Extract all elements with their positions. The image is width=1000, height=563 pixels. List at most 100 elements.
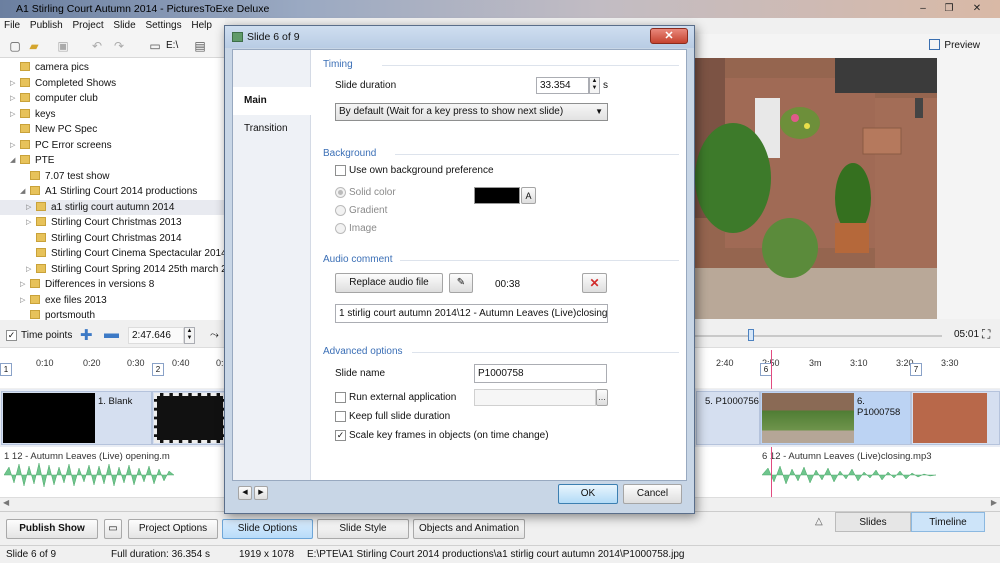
dialog-titlebar[interactable]: Slide 6 of 9 ✕ [225, 26, 694, 48]
position-slider-thumb[interactable] [748, 329, 754, 341]
slide-marker[interactable]: 2 [152, 363, 164, 376]
tree-item[interactable]: camera pics [20, 60, 89, 75]
gradient-radio[interactable] [335, 205, 346, 216]
slide-marker[interactable]: 1 [0, 363, 12, 376]
expand-arrow-icon[interactable]: ▷ [10, 138, 18, 153]
expand-arrow-icon[interactable]: ▷ [26, 200, 34, 215]
maximize-button[interactable]: ❐ [938, 2, 960, 15]
slide-marker[interactable]: 7 [910, 363, 922, 376]
image-radio[interactable] [335, 223, 346, 234]
tree-item[interactable]: ▷ a1 stirlig court autumn 2014 [0, 199, 225, 215]
expand-arrow-icon[interactable]: ◢ [20, 184, 28, 199]
cancel-button[interactable]: Cancel [623, 484, 682, 504]
audio-file-field[interactable]: 1 stirlig court autumn 2014\12 - Autumn … [335, 304, 608, 323]
slide-item-2[interactable] [152, 391, 227, 445]
time-value-spinner[interactable]: ▲ ▼ [184, 327, 195, 344]
browse-icon[interactable]: … [596, 389, 608, 406]
tree-item[interactable]: ▷ Stirling Court Spring 2014 25th march 2… [26, 262, 225, 277]
ok-button[interactable]: OK [558, 484, 618, 504]
position-slider-track[interactable] [695, 335, 942, 337]
tree-item[interactable]: ▷ PC Error screens [10, 138, 112, 153]
tab-timeline[interactable]: Timeline [911, 512, 985, 532]
tree-item[interactable]: ▷ Differences in versions 8 [20, 277, 154, 292]
slide-duration-input[interactable]: 33.354 [536, 77, 589, 94]
slide-style-button[interactable]: Slide Style [317, 519, 409, 539]
solid-color-radio[interactable] [335, 187, 346, 198]
slide-options-button[interactable]: Slide Options [222, 519, 313, 539]
expand-arrow-icon[interactable]: ▷ [10, 76, 18, 91]
own-background-checkbox[interactable] [335, 165, 346, 176]
tree-item[interactable]: ▷ exe files 2013 [20, 293, 107, 308]
playhead[interactable] [771, 350, 772, 389]
save-icon[interactable]: ▣ [56, 39, 70, 53]
tree-item[interactable]: ▷ keys [10, 107, 56, 122]
curve-icon[interactable]: ⤳ [210, 329, 219, 342]
drive-icon[interactable]: ▭ [148, 39, 162, 53]
dialog-close-button[interactable]: ✕ [650, 28, 688, 44]
redo-icon[interactable]: ↷ [112, 39, 126, 53]
tree-item[interactable]: 7.07 test show [30, 169, 109, 184]
next-slide-icon[interactable]: ▶ [254, 486, 268, 500]
menu-publish[interactable]: Publish [30, 20, 63, 31]
minimize-button[interactable]: – [912, 2, 934, 15]
view-mode-icon[interactable]: ▤ [193, 39, 207, 53]
scroll-right-icon[interactable]: ▶ [991, 498, 997, 507]
scale-keyframes-checkbox[interactable]: ✓ [335, 430, 346, 441]
background-color-swatch[interactable] [474, 187, 520, 204]
publish-show-button[interactable]: Publish Show [6, 519, 98, 539]
menu-settings[interactable]: Settings [145, 20, 181, 31]
slide-item-5[interactable]: 5. P1000756 [696, 391, 760, 445]
tab-slides[interactable]: Slides [835, 512, 911, 532]
new-file-icon[interactable]: ▢ [8, 39, 22, 53]
slide-name-input[interactable]: P1000758 [474, 364, 607, 383]
expand-arrow-icon[interactable]: ▷ [10, 91, 18, 106]
time-points-checkbox[interactable]: ✓ [6, 330, 17, 341]
menu-project[interactable]: Project [73, 20, 104, 31]
tree-item[interactable]: ▷ computer club [10, 91, 98, 106]
menu-slide[interactable]: Slide [113, 20, 135, 31]
timing-mode-select[interactable]: By default (Wait for a key press to show… [335, 103, 608, 121]
zoom-out-icon[interactable]: ▬ [104, 325, 119, 342]
tree-item[interactable]: ▷ Stirling Court Christmas 2013 [26, 215, 182, 230]
run-external-checkbox[interactable] [335, 392, 346, 403]
tree-item[interactable]: ▷ Completed Shows [10, 76, 116, 91]
screen-icon[interactable]: ▭ [104, 519, 122, 539]
expand-arrow-icon[interactable]: ▷ [26, 215, 34, 230]
expand-arrow-icon[interactable]: ▷ [26, 262, 34, 277]
expand-arrow-icon[interactable]: ▷ [20, 277, 28, 292]
close-window-button[interactable]: ✕ [966, 2, 988, 15]
duration-spinner[interactable]: ▲ ▼ [589, 77, 600, 94]
scroll-left-icon[interactable]: ◀ [3, 498, 9, 507]
collapse-icon[interactable]: △ [815, 516, 823, 527]
expand-arrow-icon[interactable]: ▷ [20, 293, 28, 308]
preview-button[interactable]: Preview [929, 39, 980, 51]
color-picker-icon[interactable]: A [521, 187, 536, 204]
tree-item[interactable]: ◢ A1 Stirling Court 2014 productions [20, 184, 197, 199]
menu-file[interactable]: File [4, 20, 20, 31]
edit-audio-icon[interactable]: ✎ [449, 273, 473, 293]
remove-audio-icon[interactable]: ✕ [582, 273, 607, 293]
objects-animation-button[interactable]: Objects and Animation [413, 519, 525, 539]
zoom-in-icon[interactable]: ✚ [80, 326, 93, 344]
tab-transition[interactable]: Transition [233, 115, 311, 143]
tab-main[interactable]: Main [233, 87, 312, 115]
expand-arrow-icon[interactable]: ◢ [10, 153, 18, 168]
time-value-field[interactable]: 2:47.646 [128, 327, 184, 344]
tree-item[interactable]: ◢ PTE [10, 153, 54, 168]
drive-label[interactable]: E:\ [166, 40, 178, 51]
fullscreen-icon[interactable]: ⛶ [982, 327, 990, 342]
keep-full-duration-checkbox[interactable] [335, 411, 346, 422]
slide-item-1[interactable]: 1. Blank [1, 391, 152, 445]
external-app-field[interactable] [474, 389, 596, 406]
folder-tree[interactable]: camera pics ▷ Completed Shows ▷ computer clu… [0, 58, 225, 320]
tree-item[interactable]: New PC Spec [20, 122, 97, 137]
project-options-button[interactable]: Project Options [128, 519, 218, 539]
slide-item-7[interactable] [911, 391, 1000, 445]
undo-icon[interactable]: ↶ [90, 39, 104, 53]
prev-slide-icon[interactable]: ◀ [238, 486, 252, 500]
tree-item[interactable]: Stirling Court Cinema Spectacular 2014 [36, 246, 225, 261]
open-folder-icon[interactable]: ▰ [27, 39, 41, 53]
tree-item[interactable]: portsmouth [30, 308, 95, 320]
tree-item[interactable]: Stirling Court Christmas 2014 [36, 231, 182, 246]
replace-audio-button[interactable]: Replace audio file [335, 273, 443, 293]
